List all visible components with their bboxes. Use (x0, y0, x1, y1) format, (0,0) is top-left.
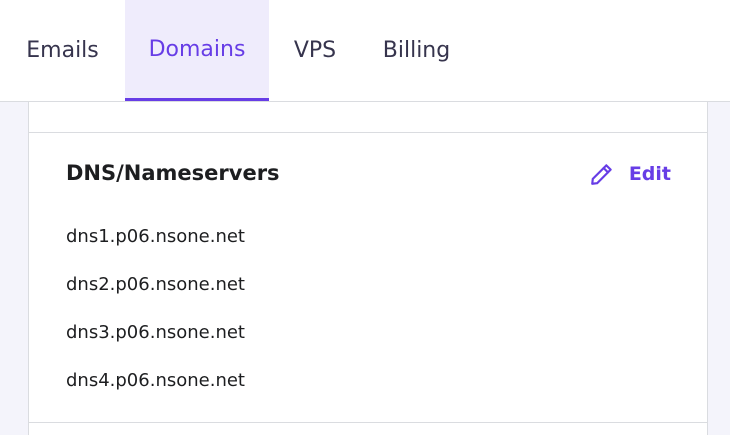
dns-nameservers-card: DNS/Nameservers Edit dns1.p06.nsone.net … (28, 133, 708, 423)
edit-nameservers-button[interactable]: Edit (589, 161, 671, 187)
edit-label: Edit (628, 163, 671, 185)
tab-billing[interactable]: Billing (361, 0, 472, 101)
top-tab-bar: Emails Domains VPS Billing (0, 0, 730, 102)
pencil-icon (589, 161, 615, 187)
tab-vps[interactable]: VPS (269, 0, 361, 101)
tab-domains[interactable]: Domains (125, 0, 269, 101)
nameserver-item: dns1.p06.nsone.net (66, 226, 245, 247)
previous-section-card (28, 102, 708, 133)
nameserver-item: dns4.p06.nsone.net (66, 370, 245, 391)
nameserver-list: dns1.p06.nsone.net dns2.p06.nsone.net dn… (66, 223, 245, 415)
nameserver-item: dns2.p06.nsone.net (66, 274, 245, 295)
dns-section-title: DNS/Nameservers (66, 161, 280, 185)
next-section-card (28, 423, 708, 435)
nameserver-item: dns3.p06.nsone.net (66, 322, 245, 343)
tab-emails[interactable]: Emails (0, 0, 125, 101)
